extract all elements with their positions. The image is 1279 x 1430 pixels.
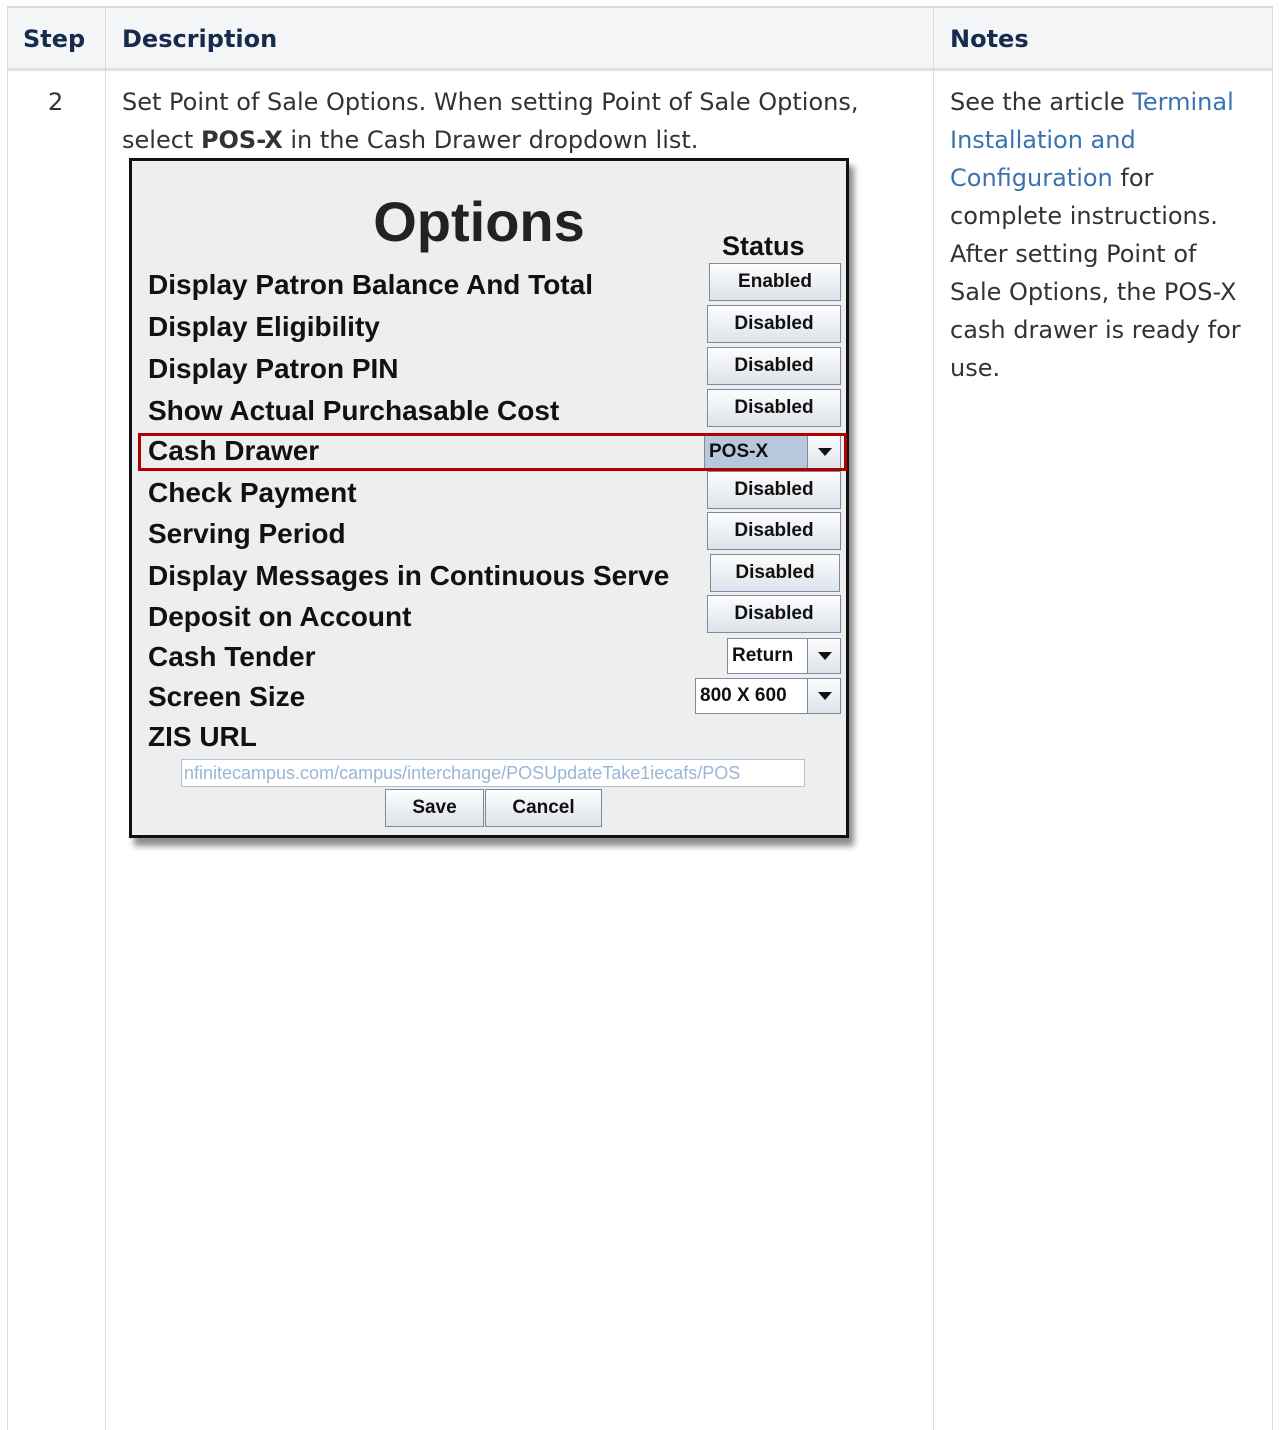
toggle-button[interactable]: Enabled [709, 263, 841, 301]
notes-text: complete instructions. [950, 202, 1218, 230]
toggle-button[interactable]: Disabled [707, 347, 841, 385]
zis-url-input[interactable]: nfinitecampus.com/campus/interchange/POS… [181, 759, 805, 787]
article-link[interactable]: Terminal [1132, 88, 1233, 116]
notes-text: cash drawer is ready for [950, 316, 1241, 344]
toggle-button[interactable]: Disabled [707, 471, 841, 509]
option-label: ZIS URL [148, 721, 257, 752]
notes-text: After setting Point of [950, 240, 1197, 268]
pos-x-bold: POS-X [200, 126, 283, 154]
column-divider [933, 8, 934, 1430]
option-label: Display Eligibility [148, 311, 380, 342]
chevron-down-icon[interactable] [807, 639, 840, 673]
option-label: Show Actual Purchasable Cost [148, 395, 560, 426]
notes-text: Sale Options, the POS-X [950, 278, 1237, 306]
column-divider [105, 8, 106, 1430]
step-notes: See the article Terminal Installation an… [950, 83, 1241, 387]
table-header: Step Description Notes [8, 8, 1272, 71]
option-label: Cash Tender [148, 641, 316, 672]
status-header: Status [722, 231, 805, 261]
highlight-box [138, 433, 847, 471]
article-link[interactable]: Configuration [950, 164, 1113, 192]
toggle-button[interactable]: Disabled [710, 554, 840, 592]
option-label: Screen Size [148, 681, 306, 712]
cancel-button[interactable]: Cancel [485, 789, 602, 827]
chevron-down-icon[interactable] [807, 679, 840, 713]
option-label: Check Payment [148, 477, 357, 508]
toggle-button[interactable]: Disabled [707, 305, 841, 343]
option-label: Deposit on Account [148, 601, 412, 632]
toggle-button[interactable]: Disabled [707, 389, 841, 427]
notes-text: See the article [950, 88, 1133, 116]
dropdown-value: Return [732, 645, 794, 666]
header-description: Description [122, 25, 278, 53]
dropdown-value: 800 X 600 [700, 685, 787, 706]
description-line: select POS-X in the Cash Drawer dropdown… [122, 121, 858, 159]
toggle-button[interactable]: Disabled [707, 512, 841, 550]
notes-text: use. [950, 354, 1001, 382]
description-text: select [122, 126, 201, 154]
option-label: Serving Period [148, 518, 346, 549]
options-dialog-screenshot: Options Status Display Patron Balance An… [129, 158, 849, 838]
option-label: Display Patron Balance And Total [148, 269, 593, 300]
description-text: in the Cash Drawer dropdown list. [282, 126, 699, 154]
save-button[interactable]: Save [385, 789, 484, 827]
cash-tender-dropdown[interactable]: Return [727, 638, 841, 674]
header-step: Step [23, 25, 86, 53]
article-link[interactable]: Installation and [950, 126, 1136, 154]
notes-text: for [1112, 164, 1154, 192]
option-label: Display Patron PIN [148, 353, 399, 384]
description-line: Set Point of Sale Options. When setting … [122, 88, 859, 116]
option-label: Display Messages in Continuous Serve [148, 560, 670, 591]
toggle-button[interactable]: Disabled [707, 595, 841, 633]
screen-size-dropdown[interactable]: 800 X 600 [695, 678, 841, 714]
step-description: Set Point of Sale Options. When setting … [122, 83, 858, 159]
step-number: 2 [48, 88, 64, 116]
header-notes: Notes [950, 25, 1029, 53]
